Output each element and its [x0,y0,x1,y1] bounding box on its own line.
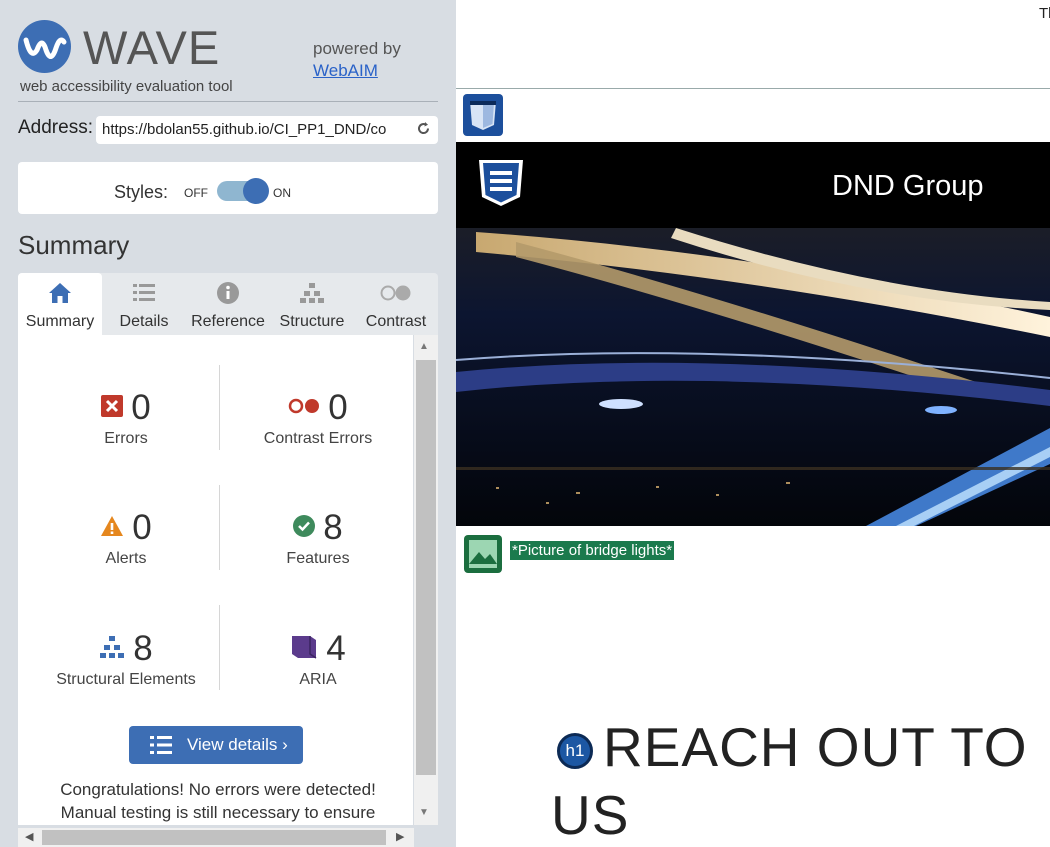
contrast-errors-label: Contrast Errors [263,430,373,447]
styles-off-label: OFF [184,186,208,200]
h1-badge-icon[interactable]: h1 [557,733,593,769]
features-count: 8 [323,508,343,547]
html5-structure-icon[interactable] [462,93,504,142]
errors-count: 0 [131,388,151,427]
wave-sidebar: WAVE web accessibility evaluation tool p… [0,0,456,847]
styles-on-label: ON [273,186,291,200]
structure-icon [99,635,125,664]
nav-structure-icon[interactable] [476,157,526,214]
page-top-text: Tl [1039,5,1050,22]
app-title: WAVE [83,21,221,74]
address-label: Address: [18,117,93,138]
congrats-line-1: Congratulations! No errors were detected… [60,780,376,799]
panel-horizontal-scrollbar[interactable]: ◀ ▶ [18,828,414,847]
page-heading-line-2: US [551,784,630,846]
image-alt-feature-icon[interactable] [463,534,503,579]
stat-divider [219,485,220,570]
address-input[interactable]: https://bdolan55.github.io/CI_PP1_DND/co [96,116,438,144]
toggle-knob [243,178,269,204]
site-brand[interactable]: DND Group [832,170,984,203]
section-heading: Summary [18,230,130,260]
reload-icon[interactable] [415,120,432,142]
alerts-count: 0 [132,508,152,547]
home-icon [18,280,102,306]
feature-check-icon [293,514,316,542]
list-icon [102,280,186,306]
stat-divider [219,605,220,690]
styles-toggle-panel: Styles: OFF ON [18,162,438,214]
header-divider [18,101,438,102]
aria-label: ARIA [299,671,337,688]
congrats-message: Congratulations! No errors were detected… [18,778,413,824]
image-alt-text: *Picture of bridge lights* [510,541,675,560]
tab-summary[interactable]: Summary [18,273,102,335]
hero-section: DND Group [456,142,1050,526]
contrast-errors-count: 0 [328,388,348,427]
scrollbar-thumb[interactable] [416,360,436,775]
view-details-button[interactable]: View details › [129,726,303,764]
contrast-icon [354,280,438,306]
page-divider [456,88,1050,89]
alerts-label: Alerts [105,550,147,567]
summary-panel: 0 Errors 0 Contrast Errors 0 Alerts 8 Fe… [18,335,413,825]
tab-contrast[interactable]: Contrast [354,273,438,335]
features-label: Features [286,550,350,567]
scroll-up-arrow-icon[interactable]: ▲ [419,341,429,352]
wave-logo-icon [18,20,71,73]
error-icon [101,394,124,422]
congrats-line-2: Manual testing is still necessary to ens… [60,803,376,822]
view-details-label: View details › [187,735,288,754]
scroll-left-arrow-icon[interactable]: ◀ [25,830,33,843]
structural-label: Structural Elements [56,671,196,688]
webaim-link[interactable]: WebAIM [313,61,378,81]
styles-toggle-switch[interactable] [217,178,269,204]
page-viewport: Tl DND Group *Picture of bridge lights* … [456,0,1050,847]
alert-icon [100,515,124,542]
aria-icon [290,634,318,665]
scrollbar-thumb[interactable] [42,830,386,845]
hierarchy-icon [270,280,354,306]
scroll-right-arrow-icon[interactable]: ▶ [396,830,404,843]
errors-label: Errors [104,430,148,447]
info-icon [186,280,270,306]
aria-count: 4 [326,629,346,668]
panel-vertical-scrollbar[interactable]: ▲ ▼ [414,335,438,825]
structural-count: 8 [133,629,153,668]
tab-reference[interactable]: Reference [186,273,270,335]
contrast-error-icon [288,398,320,419]
page-heading-line-1: REACH OUT TO [603,716,1028,778]
app-tagline: web accessibility evaluation tool [20,78,233,95]
tab-details[interactable]: Details [102,273,186,335]
site-navbar: DND Group [456,142,1050,228]
list-icon [149,735,173,760]
tab-bar: Summary Details Reference Structure Cont… [18,273,438,335]
styles-label: Styles: [114,182,169,202]
powered-by-text: powered by [313,39,401,58]
address-value: https://bdolan55.github.io/CI_PP1_DND/co [102,121,387,138]
tab-structure[interactable]: Structure [270,273,354,335]
stat-divider [219,365,220,450]
scroll-down-arrow-icon[interactable]: ▼ [419,807,429,818]
